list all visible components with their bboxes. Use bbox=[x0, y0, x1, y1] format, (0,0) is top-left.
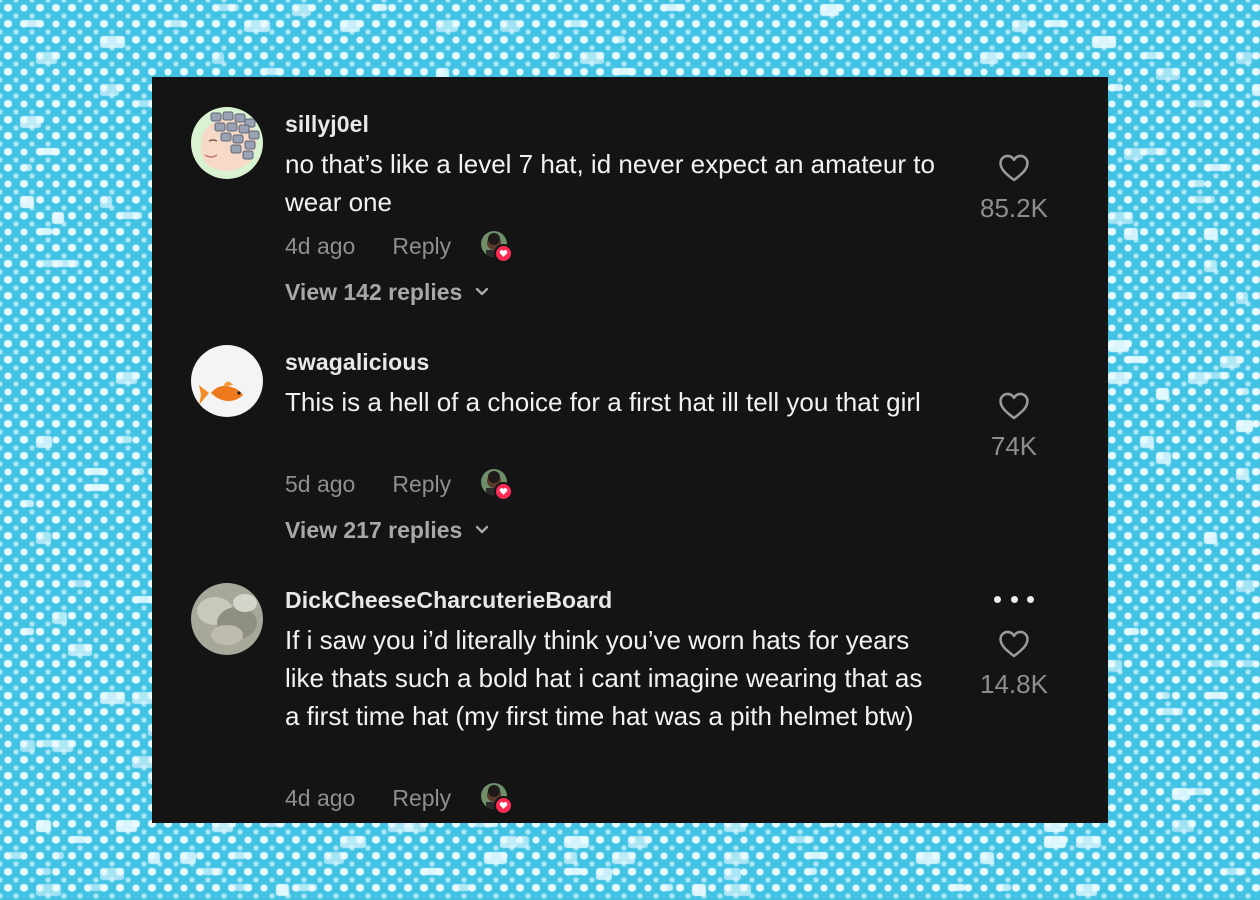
view-replies-label: View 142 replies bbox=[285, 278, 463, 305]
heart-icon[interactable] bbox=[997, 627, 1031, 661]
heart-badge-icon bbox=[494, 244, 514, 263]
reply-button[interactable]: Reply bbox=[392, 785, 451, 812]
reply-button[interactable]: Reply bbox=[392, 233, 451, 260]
avatar[interactable] bbox=[191, 345, 263, 417]
comment-meta: 4d ago Reply bbox=[285, 781, 514, 815]
comment-text: If i saw you i’d literally think you’ve … bbox=[285, 625, 923, 731]
heart-icon[interactable] bbox=[997, 151, 1031, 185]
view-replies-button[interactable]: View 142 replies bbox=[285, 275, 490, 309]
like-count: 85.2K bbox=[980, 193, 1048, 223]
dot bbox=[1010, 595, 1018, 603]
comment-date: 4d ago bbox=[285, 232, 356, 259]
cartoon-woman-with-rollers-avatar bbox=[191, 107, 263, 179]
creator-liked-indicator bbox=[481, 783, 514, 815]
heart-badge-icon bbox=[494, 796, 514, 815]
avatar[interactable] bbox=[191, 107, 263, 179]
comment-meta: 5d ago Reply bbox=[285, 467, 514, 501]
blurry-photo-avatar bbox=[191, 583, 263, 655]
comment-username[interactable]: sillyj0el bbox=[285, 111, 369, 138]
comment-date: 4d ago bbox=[285, 784, 356, 811]
comment-meta: 4d ago Reply bbox=[285, 229, 514, 263]
chevron-down-icon bbox=[476, 525, 489, 534]
avatar[interactable] bbox=[191, 583, 263, 655]
comment-date: 5d ago bbox=[285, 470, 356, 497]
like-count: 74K bbox=[990, 431, 1038, 461]
comment-text: This is a hell of a choice for a first h… bbox=[285, 387, 921, 417]
goldfish-avatar bbox=[191, 345, 263, 417]
creator-liked-indicator bbox=[481, 231, 514, 263]
reply-button[interactable]: Reply bbox=[392, 471, 451, 498]
creator-liked-indicator bbox=[481, 469, 514, 501]
comment-username[interactable]: DickCheeseCharcuterieBoard bbox=[285, 587, 612, 614]
chevron-down-icon bbox=[476, 287, 489, 296]
dot bbox=[1027, 595, 1034, 603]
heart-icon[interactable] bbox=[997, 389, 1031, 423]
like-count: 14.8K bbox=[980, 669, 1048, 699]
more-options-button[interactable] bbox=[994, 591, 1034, 607]
comments-panel: sillyj0el no that’s like a level 7 hat, … bbox=[152, 77, 1108, 823]
view-replies-label: View 217 replies bbox=[285, 516, 463, 543]
view-replies-button[interactable]: View 217 replies bbox=[285, 513, 490, 547]
comment-username[interactable]: swagalicious bbox=[285, 349, 429, 376]
dot bbox=[994, 595, 1001, 603]
comment-text: no that’s like a level 7 hat, id never e… bbox=[285, 149, 935, 217]
heart-badge-icon bbox=[494, 482, 514, 501]
